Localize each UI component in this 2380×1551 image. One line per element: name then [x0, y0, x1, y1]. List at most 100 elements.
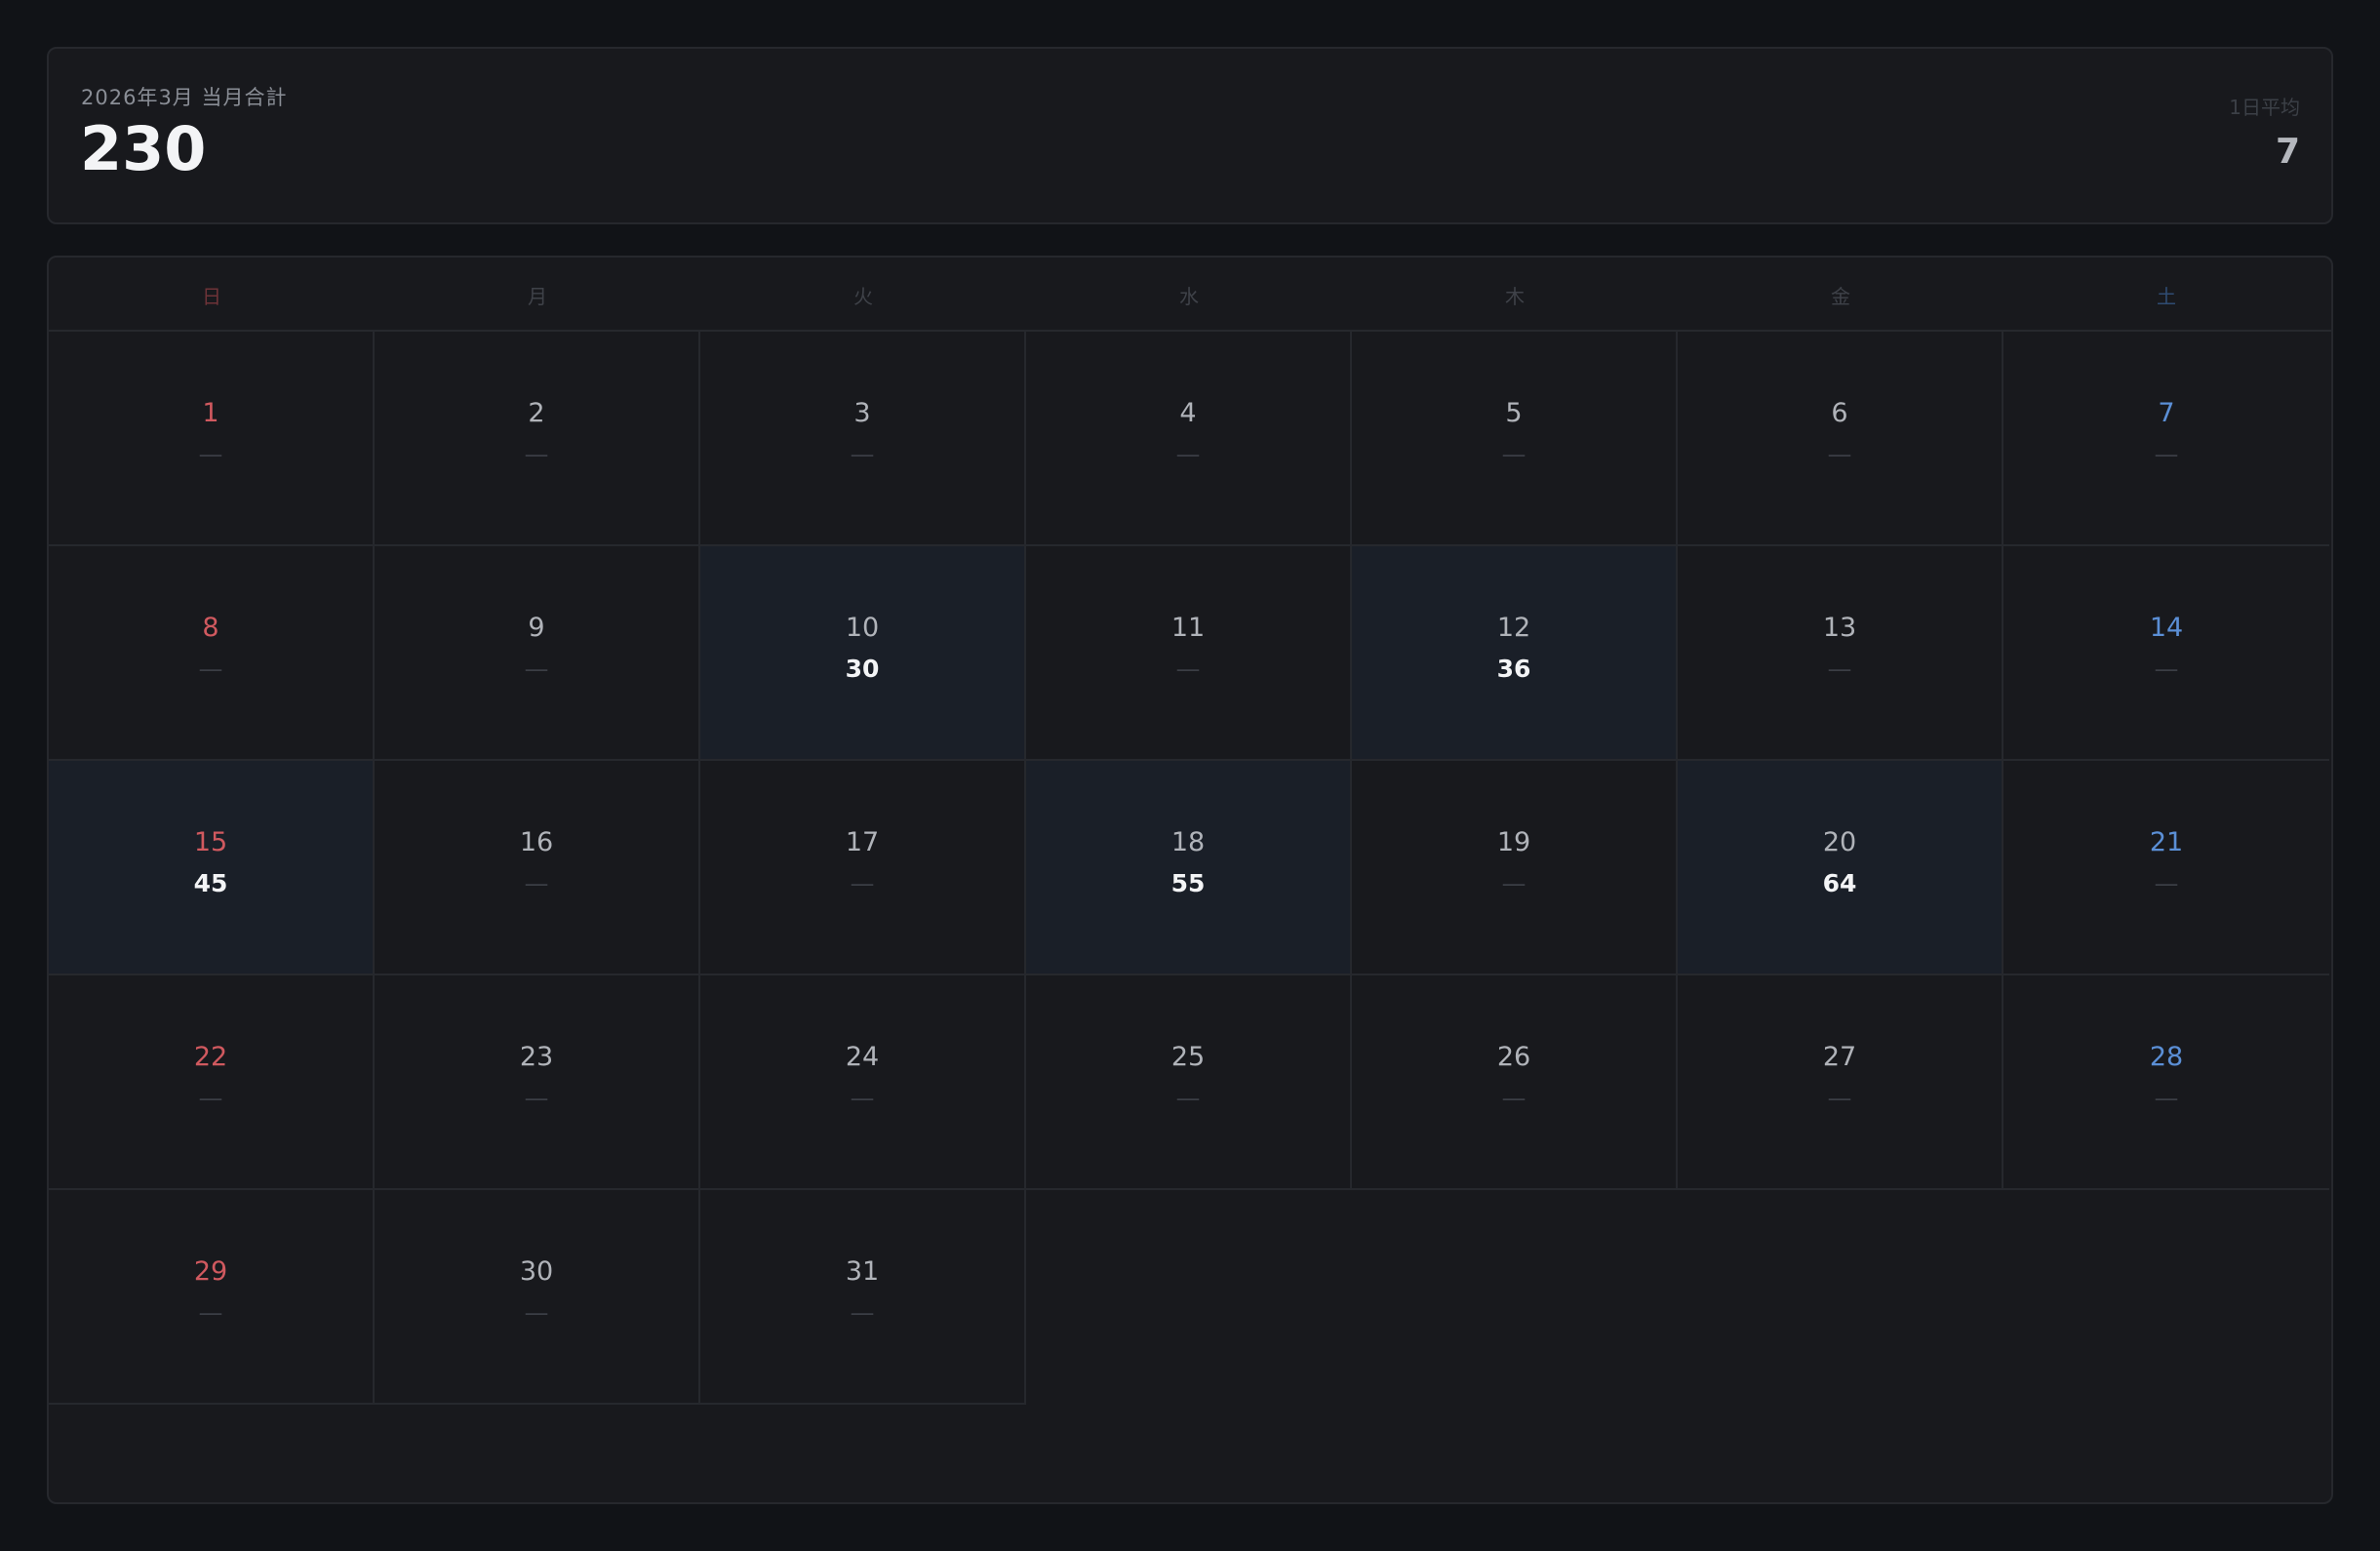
day-value: — [524, 1084, 549, 1112]
day-cell[interactable]: 20 64 [1678, 761, 2003, 975]
day-number: 5 [1505, 398, 1523, 428]
day-value: 55 [1170, 869, 1206, 897]
day-number: 12 [1496, 613, 1531, 643]
day-cell[interactable]: 28 — [2003, 975, 2329, 1190]
monthly-summary-card: 2026年3月 当月合計 230 1日平均 7 [47, 47, 2333, 224]
day-number: 29 [193, 1256, 228, 1287]
day-value: 36 [1496, 655, 1531, 683]
weekday-label-sun: 日 [202, 284, 221, 308]
day-value: — [1501, 869, 1527, 897]
day-number: 15 [193, 827, 228, 857]
day-value: — [1175, 440, 1201, 468]
day-value: — [1827, 1084, 1852, 1112]
calendar-grid: 日月火水木金土 1—2—3—4—5—6—7—8—9—10 30 11—12 36 13—… [47, 256, 2333, 1504]
day-number: 23 [519, 1042, 554, 1072]
day-number: 26 [1496, 1042, 1531, 1072]
day-cell[interactable]: 11 — [1026, 546, 1352, 761]
day-value: — [1501, 1084, 1527, 1112]
day-number: 16 [519, 827, 554, 857]
day-cell[interactable]: 9— [375, 546, 700, 761]
summary-title: 2026年3月 当月合計 [81, 86, 288, 109]
day-cell[interactable]: 29 — [49, 1190, 375, 1405]
day-number: 20 [1822, 827, 1857, 857]
day-value: — [198, 1084, 223, 1112]
day-cell[interactable]: 6— [1678, 332, 2003, 546]
day-value: — [1175, 1084, 1201, 1112]
day-number: 7 [2158, 398, 2175, 428]
day-value: — [524, 655, 549, 683]
day-value: — [524, 440, 549, 468]
day-cell[interactable]: 4— [1026, 332, 1352, 546]
day-number: 22 [193, 1042, 228, 1072]
day-cell[interactable]: 7— [2003, 332, 2329, 546]
day-number: 27 [1822, 1042, 1857, 1072]
day-cell[interactable]: 3— [700, 332, 1026, 546]
day-value: 45 [193, 869, 228, 897]
day-cell[interactable]: 2— [375, 332, 700, 546]
day-number: 10 [845, 613, 880, 643]
day-cell[interactable]: 13 — [1678, 546, 2003, 761]
day-value: — [524, 869, 549, 897]
day-cell[interactable]: 5— [1352, 332, 1678, 546]
weekday-label-mon: 月 [528, 284, 547, 308]
day-value: 30 [845, 655, 880, 683]
day-number: 8 [202, 613, 219, 643]
day-number: 21 [2149, 827, 2184, 857]
day-cell[interactable]: 1— [49, 332, 375, 546]
day-cell[interactable]: 27 — [1678, 975, 2003, 1190]
day-cell[interactable]: 30 — [375, 1190, 700, 1405]
day-value: — [524, 1298, 549, 1327]
weekday-label-sat: 土 [2157, 284, 2176, 308]
day-number: 9 [528, 613, 545, 643]
day-cell[interactable]: 15 45 [49, 761, 375, 975]
weekday-label-wed: 水 [1179, 284, 1199, 308]
day-value: — [198, 1298, 223, 1327]
weekday-header-row: 日月火水木金土 [49, 258, 2331, 332]
day-cell[interactable]: 31 — [700, 1190, 1026, 1405]
day-value: — [850, 1084, 875, 1112]
day-cell[interactable]: 19 — [1352, 761, 1678, 975]
day-number: 6 [1831, 398, 1848, 428]
day-number: 11 [1170, 613, 1206, 643]
day-number: 14 [2149, 613, 2184, 643]
weekday-label-fri: 金 [1831, 284, 1850, 308]
day-cell[interactable]: 12 36 [1352, 546, 1678, 761]
day-value: — [850, 1298, 875, 1327]
weekday-label-tue: 火 [853, 284, 873, 308]
day-cell[interactable]: 21 — [2003, 761, 2329, 975]
monthly-total-value: 230 [80, 113, 207, 184]
day-number: 18 [1170, 827, 1206, 857]
day-value: — [850, 869, 875, 897]
day-number: 25 [1170, 1042, 1206, 1072]
day-value: — [1175, 655, 1201, 683]
day-cell[interactable]: 18 55 [1026, 761, 1352, 975]
day-cell[interactable]: 23 — [375, 975, 700, 1190]
day-number: 19 [1496, 827, 1531, 857]
day-cell[interactable]: 17 — [700, 761, 1026, 975]
day-cell[interactable]: 25 — [1026, 975, 1352, 1190]
day-value: — [1827, 440, 1852, 468]
day-number: 28 [2149, 1042, 2184, 1072]
day-cell[interactable]: 26 — [1352, 975, 1678, 1190]
day-value: — [1827, 655, 1852, 683]
day-number: 13 [1822, 613, 1857, 643]
day-cell[interactable]: 22 — [49, 975, 375, 1190]
day-value: — [2154, 440, 2179, 468]
day-cell[interactable]: 24 — [700, 975, 1026, 1190]
day-value: — [2154, 869, 2179, 897]
day-cell[interactable]: 16 — [375, 761, 700, 975]
day-number: 3 [853, 398, 871, 428]
day-number: 2 [528, 398, 545, 428]
daily-average-value: 7 [2275, 132, 2300, 172]
day-number: 24 [845, 1042, 880, 1072]
day-number: 17 [845, 827, 880, 857]
weekday-label-thu: 木 [1505, 284, 1525, 308]
day-number: 31 [845, 1256, 880, 1287]
day-cell[interactable]: 14 — [2003, 546, 2329, 761]
day-value: — [2154, 655, 2179, 683]
day-value: — [1501, 440, 1527, 468]
day-value: — [198, 655, 223, 683]
day-cell[interactable]: 8— [49, 546, 375, 761]
day-cell[interactable]: 10 30 [700, 546, 1026, 761]
day-number: 1 [202, 398, 219, 428]
